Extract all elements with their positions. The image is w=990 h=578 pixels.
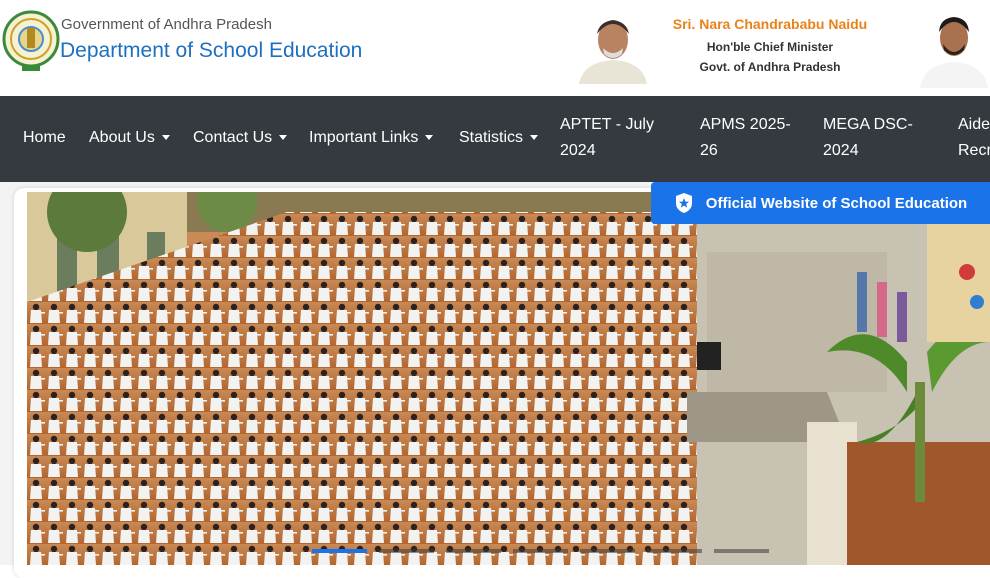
nav-aptet[interactable]: APTET - July 2024 xyxy=(560,112,654,164)
nav-apms[interactable]: APMS 2025- 26 xyxy=(700,112,791,164)
minister-photo xyxy=(918,8,990,88)
caret-down-icon xyxy=(279,135,288,141)
nav-home-label: Home xyxy=(23,129,66,146)
caret-down-icon xyxy=(530,135,539,141)
ap-emblem-icon[interactable] xyxy=(2,6,60,74)
carousel-indicator-2[interactable] xyxy=(379,549,434,553)
nav-aptet-line2: 2024 xyxy=(560,142,596,159)
nav-apms-line2: 26 xyxy=(700,142,718,159)
main-navbar: Home About Us Contact Us Important Links… xyxy=(0,96,990,182)
cm-name: Sri. Nara Chandrababu Naidu xyxy=(672,16,868,32)
carousel-indicator-6[interactable] xyxy=(647,549,702,553)
nav-aided-line2: Recru xyxy=(958,142,990,159)
official-website-label: Official Website of School Education xyxy=(705,194,968,212)
carousel-indicator-3[interactable] xyxy=(446,549,501,553)
official-website-badge: Official Website of School Education xyxy=(651,182,990,224)
nav-about-label: About Us xyxy=(89,129,155,146)
cm-info: Sri. Nara Chandrababu Naidu Hon'ble Chie… xyxy=(655,16,885,74)
nav-contact-us[interactable]: Contact Us xyxy=(193,125,288,151)
nav-apms-line1: APMS 2025- xyxy=(700,116,791,133)
nav-home[interactable]: Home xyxy=(23,125,66,151)
chief-minister-photo xyxy=(575,10,651,84)
government-label: Government of Andhra Pradesh xyxy=(61,16,272,33)
nav-aptet-line1: APTET - July xyxy=(560,116,654,133)
site-header: Government of Andhra Pradesh Department … xyxy=(0,0,990,96)
nav-links-label: Important Links xyxy=(309,129,419,146)
nav-dsc-line1: MEGA DSC- xyxy=(823,116,913,133)
nav-statistics[interactable]: Statistics xyxy=(459,125,539,151)
nav-about-us[interactable]: About Us xyxy=(89,125,170,151)
nav-important-links[interactable]: Important Links xyxy=(309,125,434,151)
carousel-indicator-4[interactable] xyxy=(513,549,568,553)
caret-down-icon xyxy=(425,135,434,141)
nav-aided-recruitment[interactable]: Aided Recru xyxy=(958,112,990,164)
department-title[interactable]: Department of School Education xyxy=(60,39,362,63)
cm-govt: Govt. of Andhra Pradesh xyxy=(699,60,841,74)
carousel-indicator-7[interactable] xyxy=(714,549,769,553)
nav-mega-dsc[interactable]: MEGA DSC- 2024 xyxy=(823,112,913,164)
nav-contact-label: Contact Us xyxy=(193,129,273,146)
carousel-indicator-1[interactable] xyxy=(312,549,367,553)
nav-aided-line1: Aided xyxy=(958,116,990,133)
carousel-slide-image[interactable] xyxy=(27,192,990,565)
nav-dsc-line2: 2024 xyxy=(823,142,859,159)
shield-star-icon xyxy=(675,193,692,213)
caret-down-icon xyxy=(161,135,170,141)
nav-stats-label: Statistics xyxy=(459,129,524,146)
cm-role: Hon'ble Chief Minister xyxy=(706,40,834,54)
carousel-indicator-5[interactable] xyxy=(580,549,635,553)
